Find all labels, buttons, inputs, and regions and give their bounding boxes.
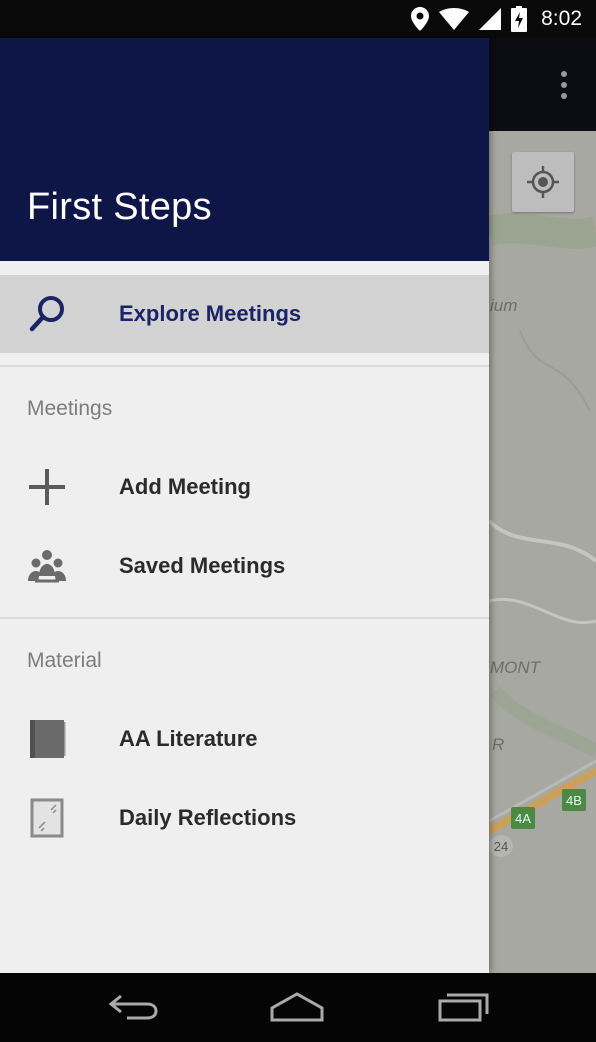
road-badge: 4B — [562, 789, 586, 811]
map-label: R — [492, 735, 505, 754]
signal-icon — [479, 8, 502, 30]
more-vert-icon[interactable] — [560, 70, 568, 100]
mirror-icon — [25, 796, 69, 840]
section-header-meetings: Meetings — [27, 397, 113, 420]
divider — [0, 617, 489, 619]
my-location-icon — [527, 166, 559, 198]
aa-literature-label: AA Literature — [119, 726, 258, 751]
location-icon — [411, 7, 430, 31]
group-icon — [25, 544, 69, 588]
map-label: ium — [490, 296, 518, 315]
daily-reflections-item[interactable]: Daily Reflections — [0, 779, 489, 857]
back-icon — [108, 994, 158, 1020]
road-badge: 4A — [511, 807, 535, 829]
road-badge: 24 — [489, 835, 513, 857]
recents-button[interactable] — [437, 987, 491, 1027]
navigation-drawer: First Steps Explore Meetings Meetings Ad… — [0, 38, 489, 973]
divider — [0, 365, 489, 367]
search-icon — [25, 292, 69, 336]
add-meeting-item[interactable]: Add Meeting — [0, 448, 489, 526]
app-title: First Steps — [27, 186, 212, 228]
home-icon — [270, 992, 324, 1022]
daily-reflections-label: Daily Reflections — [119, 805, 297, 830]
my-location-button[interactable] — [512, 152, 574, 212]
back-button[interactable] — [106, 987, 160, 1027]
section-header-material: Material — [27, 649, 102, 672]
battery-charging-icon — [511, 6, 528, 32]
map-label: MONT — [490, 658, 541, 677]
status-icons: 8:02 — [411, 0, 582, 38]
home-button[interactable] — [269, 987, 325, 1027]
saved-meetings-item[interactable]: Saved Meetings — [0, 527, 489, 605]
explore-meetings-item[interactable]: Explore Meetings — [0, 275, 489, 353]
recents-icon — [438, 993, 489, 1022]
book-icon — [25, 717, 69, 761]
wifi-icon — [439, 8, 470, 30]
plus-icon — [25, 465, 69, 509]
status-bar: 8:02 — [0, 0, 596, 38]
system-navigation-bar — [0, 973, 596, 1042]
explore-meetings-label: Explore Meetings — [119, 301, 302, 326]
aa-literature-item[interactable]: AA Literature — [0, 700, 489, 778]
status-time: 8:02 — [541, 7, 582, 30]
saved-meetings-label: Saved Meetings — [119, 553, 286, 578]
drawer-header: First Steps — [0, 38, 489, 261]
add-meeting-label: Add Meeting — [119, 474, 251, 499]
